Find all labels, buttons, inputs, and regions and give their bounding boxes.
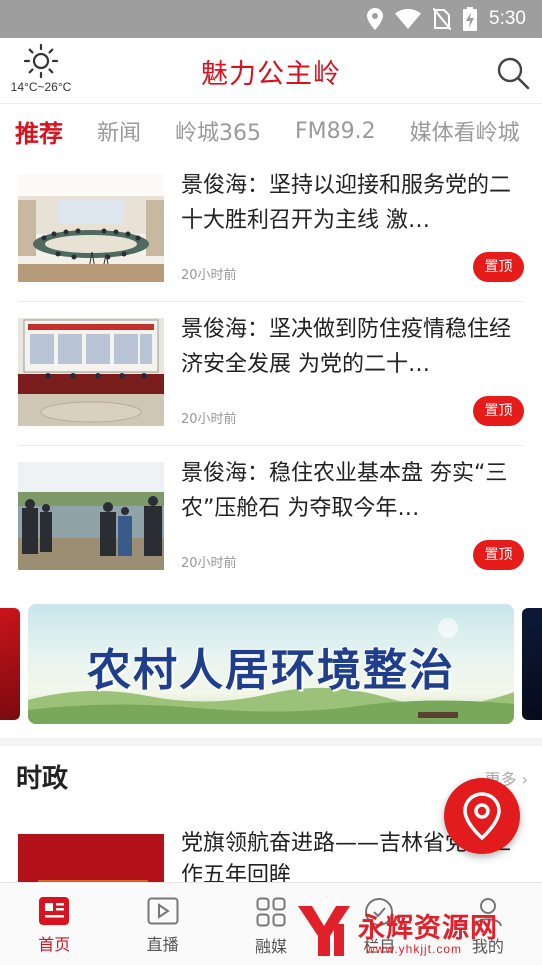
no-sim-icon — [433, 8, 452, 30]
pinned-badge: 置顶 — [473, 396, 524, 426]
news-thumbnail — [18, 318, 164, 426]
app-header: 14°C~26°C 魅力公主岭 — [0, 38, 542, 104]
app-screen: 5:30 14°C~26°C 魅力公主岭 推荐 新闻 岭城365 FM89.2 … — [0, 0, 542, 965]
tab-recommend[interactable]: 推荐 — [15, 114, 63, 149]
banner-next-peek[interactable] — [522, 608, 542, 720]
home-news-icon — [39, 897, 70, 925]
watermark: 永辉资源网 www.yhkjjt.com — [294, 902, 536, 960]
watermark-url: www.yhkjjt.com — [366, 942, 463, 956]
channel-tabs: 推荐 新闻 岭城365 FM89.2 媒体看岭城 — [0, 104, 542, 158]
tab-news[interactable]: 新闻 — [97, 115, 141, 147]
banner-title: 农村人居环境整治 — [87, 645, 455, 696]
banner-carousel[interactable]: 农村人居环境整治 — [0, 588, 542, 738]
tab-fm892[interactable]: FM89.2 — [295, 119, 376, 144]
news-item[interactable]: 景俊海：坚决做到防住疫情稳住经济安全发展 为党的二十… 20小时前 置顶 — [18, 302, 524, 446]
news-time: 20小时前 — [181, 412, 237, 427]
news-title: 景俊海：稳住农业基本盘 夯实“三农”压舱石 为夺取今年… — [181, 461, 508, 521]
section-title: 时政 — [16, 764, 69, 794]
search-icon[interactable] — [496, 56, 530, 90]
tab-media-view[interactable]: 媒体看岭城 — [410, 115, 520, 147]
pinned-badge: 置顶 — [473, 540, 524, 570]
app-title: 魅力公主岭 — [201, 59, 341, 90]
wifi-icon — [395, 9, 422, 29]
status-time: 5:30 — [489, 8, 526, 29]
news-thumbnail — [18, 462, 164, 570]
news-item[interactable]: 景俊海：坚持以迎接和服务党的二十大胜利召开为主线 激… 20小时前 置顶 — [18, 158, 524, 302]
location-fab[interactable] — [444, 778, 520, 854]
banner-slide[interactable]: 农村人居环境整治 — [28, 604, 514, 724]
chevron-right-icon: › — [521, 770, 528, 789]
news-title: 景俊海：坚决做到防住疫情稳住经济安全发展 为党的二十… — [181, 317, 512, 377]
nav-home-label: 首页 — [38, 935, 71, 954]
location-icon — [367, 8, 384, 30]
news-list: 景俊海：坚持以迎接和服务党的二十大胜利召开为主线 激… 20小时前 置顶 景俊海… — [0, 158, 542, 590]
map-pin-icon — [463, 792, 501, 840]
banner-previous-peek[interactable] — [0, 608, 20, 720]
news-title: 景俊海：坚持以迎接和服务党的二十大胜利召开为主线 激… — [181, 173, 512, 233]
pinned-badge: 置顶 — [473, 252, 524, 282]
nav-live[interactable]: 直播 — [108, 883, 216, 965]
news-thumbnail — [18, 174, 164, 282]
media-grid-icon — [256, 897, 286, 927]
nav-live-label: 直播 — [146, 935, 179, 954]
news-time: 20小时前 — [181, 556, 237, 571]
status-bar: 5:30 — [0, 0, 542, 38]
news-time: 20小时前 — [181, 268, 237, 283]
news-item[interactable]: 景俊海：稳住农业基本盘 夯实“三农”压舱石 为夺取今年… 20小时前 置顶 — [18, 446, 524, 590]
tab-lingcheng365[interactable]: 岭城365 — [175, 115, 261, 147]
nav-home[interactable]: 首页 — [0, 883, 108, 965]
battery-charging-icon — [463, 7, 478, 31]
live-video-icon — [147, 897, 179, 925]
section-divider — [0, 738, 542, 746]
watermark-logo-icon — [298, 906, 350, 956]
status-icons: 5:30 — [367, 0, 526, 38]
watermark-text: 永辉资源网 — [358, 913, 498, 944]
